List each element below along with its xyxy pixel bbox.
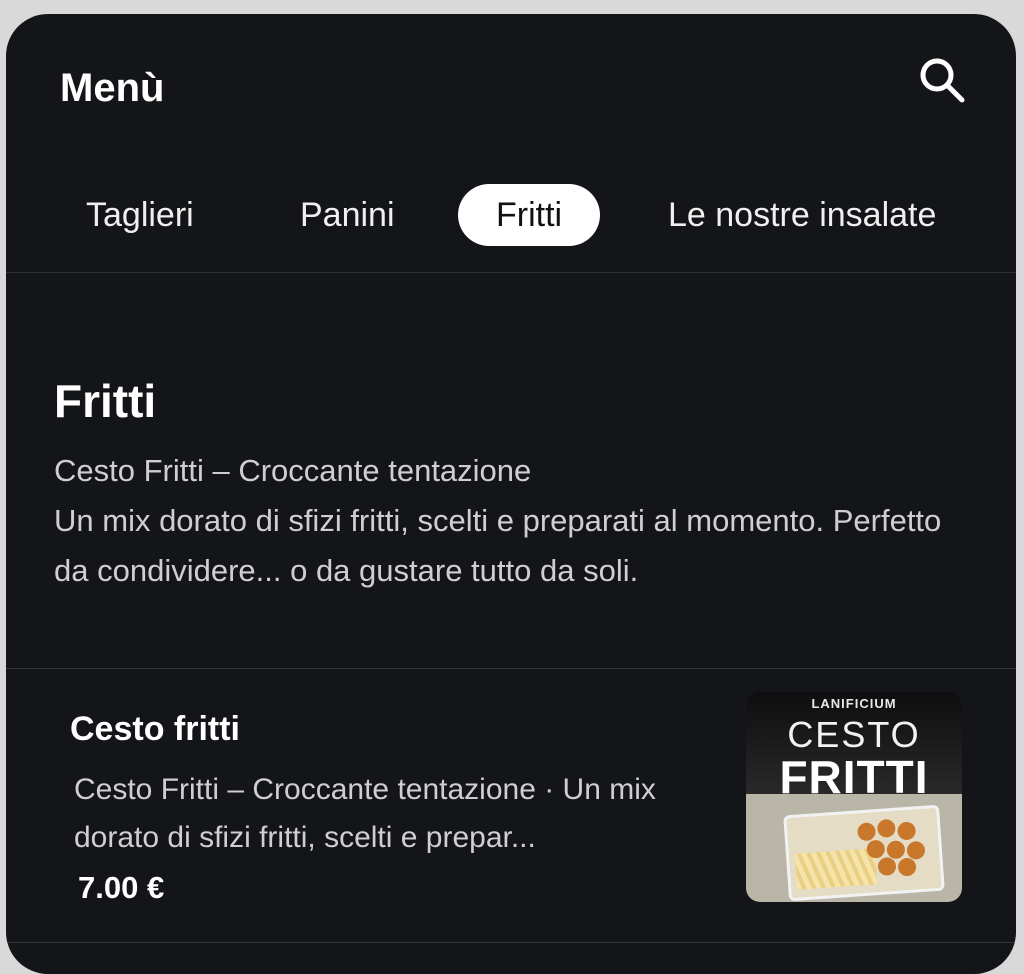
tab-le-nostre-insalate[interactable]: Le nostre insalate [668, 184, 936, 246]
tab-panini[interactable]: Panini [300, 184, 395, 246]
section-description-text: Un mix dorato di sfizi fritti, scelti e … [54, 503, 942, 588]
category-tabs: Taglieri Panini Fritti Le nostre insalat… [6, 172, 1016, 273]
menu-screen: Menù Taglieri Panini Fritti Le nostre in… [6, 14, 1016, 974]
section-fritti: Fritti Cesto Fritti – Croccante tentazio… [54, 374, 974, 596]
search-icon[interactable] [916, 54, 968, 106]
image-brand-text: LANIFICIUM [811, 696, 897, 711]
page-title: Menù [60, 66, 165, 110]
item-name: Cesto fritti [70, 710, 240, 748]
section-subtitle: Cesto Fritti – Croccante tentazione [54, 453, 532, 488]
item-description: Cesto Fritti – Croccante tentazione · Un… [74, 773, 656, 854]
item-image[interactable]: LANIFICIUM CESTO FRITTI [746, 692, 962, 902]
divider [6, 668, 1016, 669]
section-description: Cesto Fritti – Croccante tentazione Un m… [54, 446, 974, 596]
list-item[interactable]: Cesto fritti Cesto Fritti – Croccante te… [6, 670, 1016, 942]
item-price: 7.00 € [78, 870, 165, 905]
fries-basket [783, 804, 945, 902]
divider [6, 942, 1016, 943]
fried-balls [855, 814, 935, 881]
header: Menù [6, 14, 1016, 144]
section-title: Fritti [54, 375, 157, 427]
tab-fritti[interactable]: Fritti [458, 184, 601, 246]
image-title-line2: FRITTI [779, 751, 929, 803]
tab-taglieri[interactable]: Taglieri [86, 184, 194, 246]
